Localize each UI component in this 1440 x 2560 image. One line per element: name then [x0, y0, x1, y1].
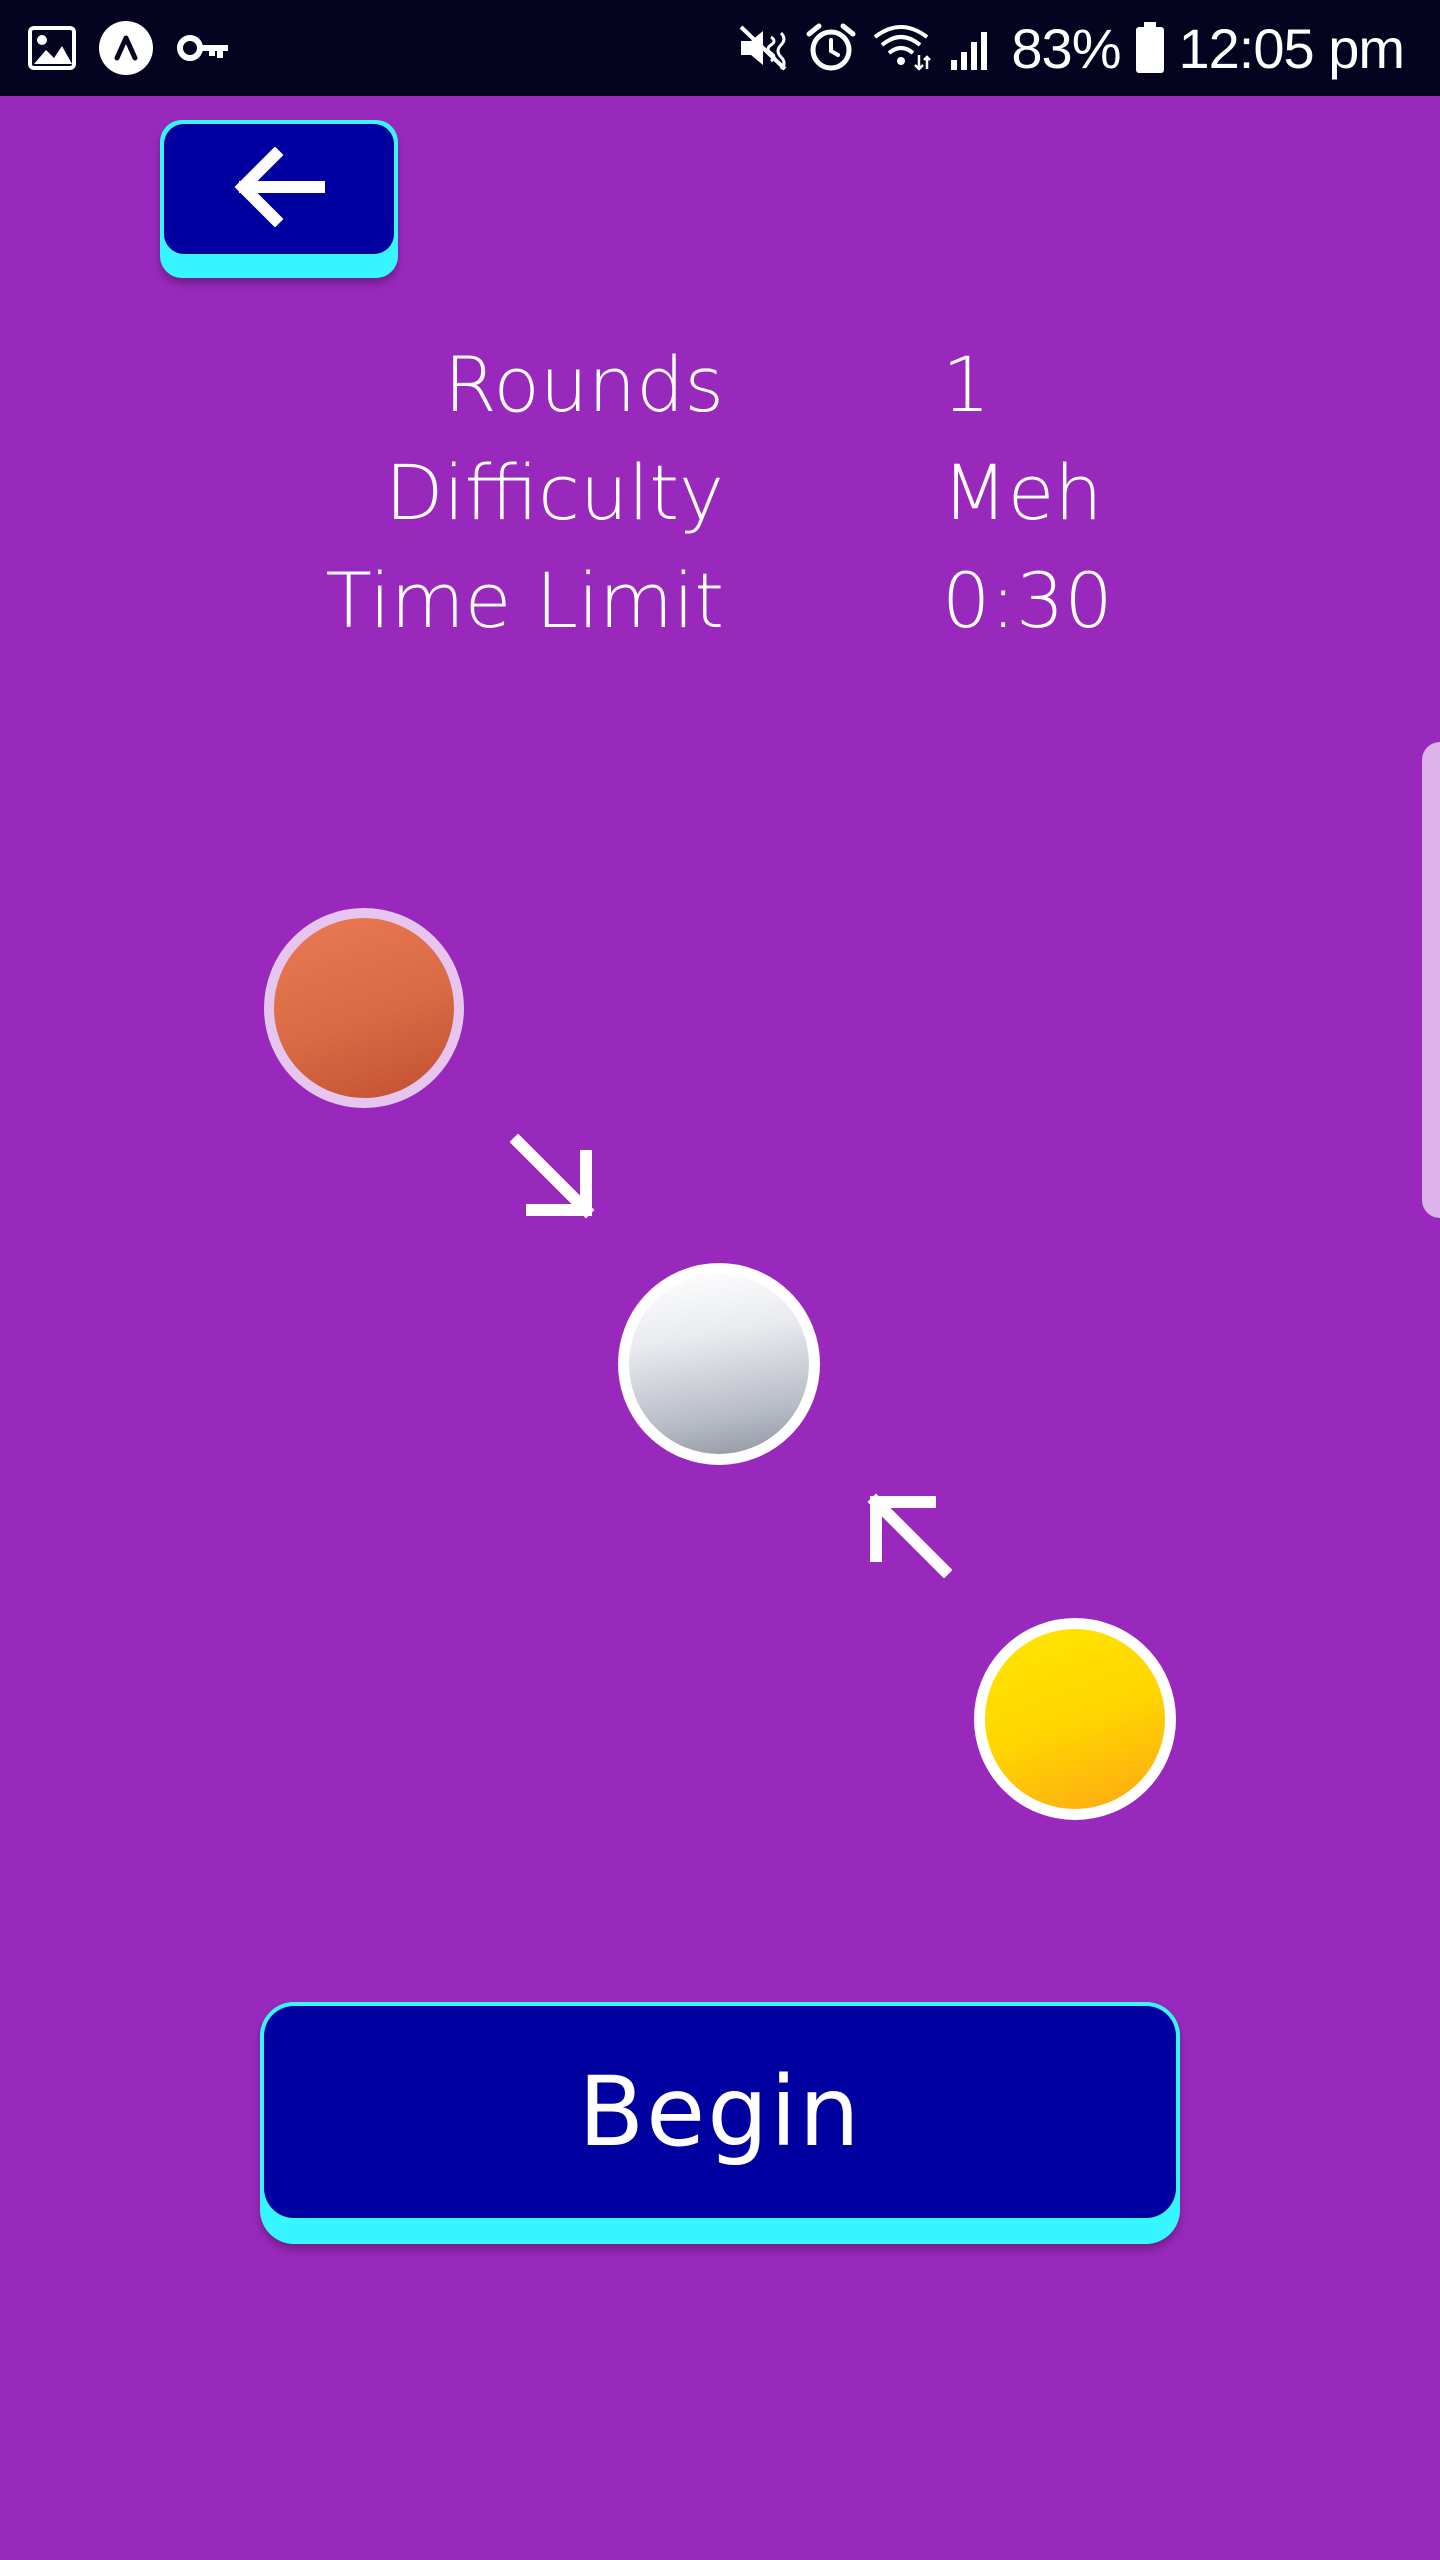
- yellow-ball: [974, 1618, 1176, 1820]
- status-time: 12:05 pm: [1178, 16, 1405, 80]
- status-left-icons: [28, 20, 232, 76]
- app-circle-icon: [98, 20, 154, 76]
- wifi-icon: [871, 23, 933, 73]
- signal-icon: [947, 24, 997, 72]
- status-bar: 83% 12:05 pm: [0, 0, 1440, 96]
- alarm-icon: [805, 22, 857, 74]
- setting-value: 1: [942, 340, 991, 429]
- begin-button[interactable]: Begin: [260, 2002, 1180, 2244]
- setting-label: Rounds: [443, 340, 724, 429]
- edge-panel-handle[interactable]: [1422, 742, 1440, 1218]
- arrow-down-right-icon: [510, 1134, 600, 1224]
- battery-percent: 83%: [1011, 16, 1121, 80]
- back-button-face: [164, 124, 394, 254]
- arrow-up-left-icon: [862, 1488, 952, 1578]
- setting-row-time-limit: Time Limit 0:30: [0, 546, 1440, 656]
- white-ball: [618, 1263, 820, 1465]
- arrow-left-icon: [233, 146, 325, 231]
- setting-value: Meh: [942, 448, 1103, 537]
- setting-label: Difficulty: [385, 448, 724, 537]
- setting-label: Time Limit: [325, 556, 724, 645]
- setting-row-difficulty: Difficulty Meh: [0, 438, 1440, 548]
- status-right-icons: 83% 12:05 pm: [737, 14, 1405, 82]
- orange-ball: [264, 908, 464, 1108]
- setting-row-rounds: Rounds 1: [0, 330, 1440, 440]
- mute-icon: [737, 23, 791, 73]
- begin-button-label: Begin: [578, 2056, 862, 2168]
- setting-value: 0:30: [942, 556, 1113, 645]
- image-icon: [28, 26, 76, 70]
- back-button[interactable]: [160, 120, 398, 278]
- key-icon: [176, 30, 232, 66]
- begin-button-face: Begin: [264, 2006, 1176, 2218]
- battery-icon: [1135, 22, 1165, 74]
